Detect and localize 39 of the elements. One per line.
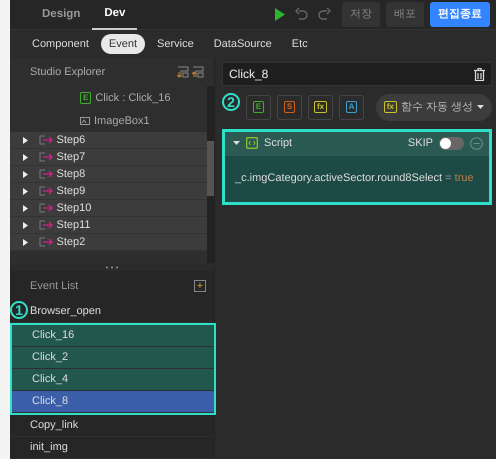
callout-number: 1 [10,301,28,319]
action-type-button[interactable]: E [246,94,271,120]
generate-function-dropdown[interactable]: fx 함수 자동 생성 [376,94,492,120]
action-type-button[interactable]: S [277,94,302,120]
finish-edit-button[interactable]: 편집종료 [430,2,490,27]
event-item[interactable]: Click_2 [12,347,214,369]
category-tab[interactable]: Event [100,34,146,54]
category-tab[interactable]: Component [24,34,97,54]
callout-number: 2 [222,93,240,111]
mode-tab[interactable]: Design [30,0,92,30]
tree-item[interactable]: Step11 [56,216,91,234]
event-item[interactable]: init_img [10,437,214,459]
category-tab[interactable]: Etc [284,34,316,54]
event-item[interactable]: Click_4 [12,369,214,391]
toolbar-button[interactable]: 저장 [342,2,380,27]
category-tab[interactable]: DataSource [206,34,280,54]
action-type-button[interactable]: fx [308,94,333,120]
event-item[interactable]: Copy_link [10,415,214,437]
script-title: Script [264,136,294,152]
tree-item[interactable]: Step8 [56,166,86,182]
tree-item[interactable]: Click : Click_16 [95,90,171,106]
event-title: Click_8 [229,66,268,83]
event-item[interactable]: Click_16 [12,325,214,347]
event-item[interactable]: Click_8 [12,391,214,413]
category-tab[interactable]: Service [149,34,202,54]
event-icon: E [80,92,92,104]
tree-item[interactable]: Step10 [56,200,92,216]
skip-label: SKIP [408,136,433,152]
action-type-button[interactable]: A [339,94,364,120]
panel-title: Event List [30,278,78,294]
script-code: _c.imgCategory.activeSector.round8Select = true [234,170,475,186]
tree-item[interactable]: Step9 [56,182,86,200]
tree-item[interactable]: Step7 [56,148,86,166]
tree-item[interactable]: ImageBox1 [94,112,150,130]
panel-title: Studio Explorer [30,64,106,80]
tree-item[interactable]: Step6 [56,132,86,148]
tree-item[interactable]: Step2 [56,234,86,250]
add-button[interactable]: + [194,280,206,292]
toolbar-button[interactable]: 배포 [386,2,424,27]
